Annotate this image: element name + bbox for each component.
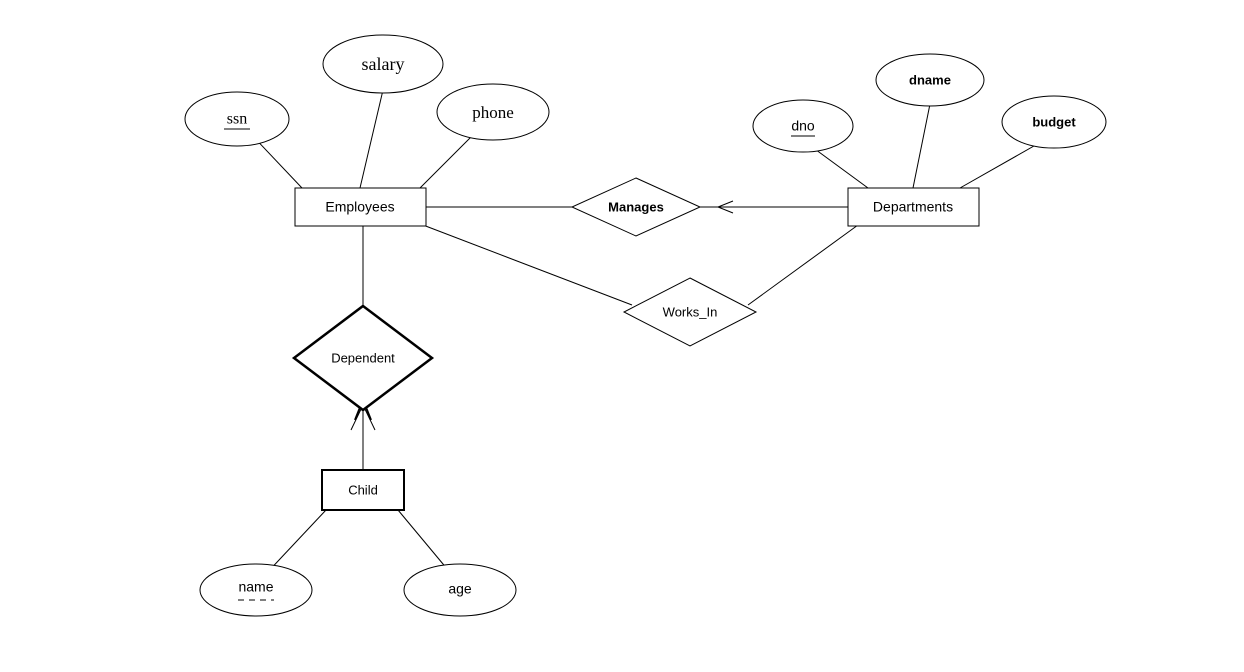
entity-employees-label: Employees: [325, 199, 394, 215]
attr-age-label: age: [448, 581, 472, 597]
rel-works-in-label: Works_In: [663, 304, 718, 319]
rel-manages-label: Manages: [608, 199, 664, 214]
attr-dname-label: dname: [909, 72, 951, 87]
attr-name-label: name: [238, 579, 273, 595]
rel-dependent-label: Dependent: [331, 350, 395, 365]
attr-salary-label: salary: [362, 54, 405, 74]
attr-ssn-label: ssn: [227, 111, 247, 128]
attr-budget-label: budget: [1032, 114, 1076, 129]
attr-phone-label: phone: [472, 103, 514, 122]
entity-child-label: Child: [348, 482, 378, 497]
er-diagram: Employees Departments Child Manages Work…: [0, 0, 1244, 672]
attr-dno-label: dno: [791, 118, 815, 134]
entity-departments-label: Departments: [873, 199, 953, 215]
